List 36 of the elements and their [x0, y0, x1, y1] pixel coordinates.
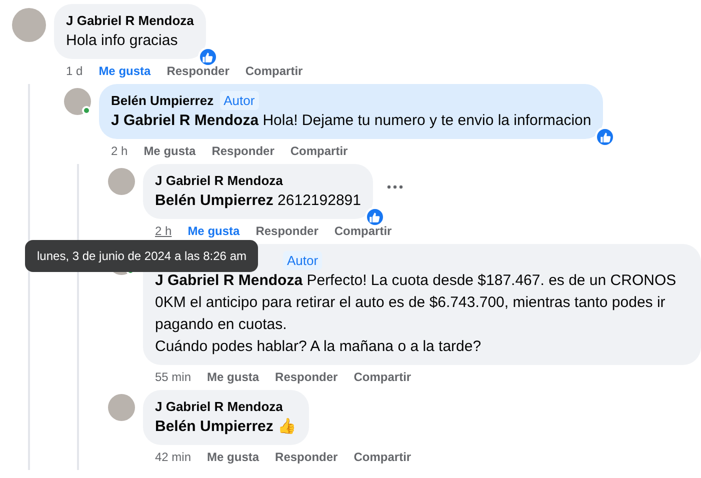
- comment-author[interactable]: J Gabriel R Mendoza: [155, 397, 283, 416]
- avatar[interactable]: [108, 168, 135, 195]
- share-link[interactable]: Compartir: [290, 143, 348, 159]
- author-label: Autor: [283, 251, 322, 270]
- comment-text: Belén Umpierrez 2612192891: [155, 191, 361, 211]
- like-link[interactable]: Me gusta: [188, 223, 240, 239]
- comment-time[interactable]: 2 h: [111, 143, 128, 159]
- share-link[interactable]: Compartir: [354, 369, 412, 385]
- reply-link[interactable]: Responder: [256, 223, 318, 239]
- comment-time[interactable]: 1 d: [66, 63, 83, 79]
- like-link[interactable]: Me gusta: [98, 63, 151, 79]
- comment-text: J Gabriel R Mendoza Perfecto! La cuota desde $187.467. es de un CRONOS 0KM el anticipo para retirar el auto es de $6.743.700, mientras tanto podes ir pagando en cuotas. Cuándo podes hablar? A la mañana o a la tarde?: [155, 271, 678, 357]
- avatar[interactable]: [108, 394, 135, 421]
- reply-link[interactable]: Responder: [212, 143, 274, 159]
- comment-text: Hola info gracias: [66, 31, 179, 51]
- comment-time[interactable]: 42 min: [155, 449, 192, 465]
- author-label: Autor: [220, 91, 259, 110]
- comment-author[interactable]: Belén Umpierrez: [111, 91, 214, 110]
- like-link[interactable]: Me gusta: [207, 369, 260, 385]
- like-link[interactable]: Me gusta: [144, 143, 196, 159]
- comment-time[interactable]: 2 h: [155, 223, 172, 239]
- like-link[interactable]: Me gusta: [207, 449, 260, 465]
- comment-author[interactable]: J Gabriel R Mendoza: [155, 171, 283, 190]
- comment-text: J Gabriel R Mendoza Hola! Dejame tu numero y te envio la informacion: [111, 111, 592, 131]
- share-link[interactable]: Compartir: [245, 63, 303, 79]
- date-tooltip: lunes, 3 de junio de 2024 a las 8:26 am: [25, 240, 258, 272]
- share-link[interactable]: Compartir: [334, 223, 392, 239]
- comment-author[interactable]: J Gabriel R Mendoza: [66, 11, 194, 30]
- reply-link[interactable]: Responder: [275, 449, 338, 465]
- comment-text: Belén Umpierrez 👍: [155, 417, 297, 437]
- reply-link[interactable]: Responder: [166, 63, 230, 79]
- share-link[interactable]: Compartir: [354, 449, 412, 465]
- avatar[interactable]: [12, 8, 46, 42]
- reply-link[interactable]: Responder: [275, 369, 338, 385]
- avatar[interactable]: [64, 88, 91, 115]
- comment-time[interactable]: 55 min: [155, 369, 192, 385]
